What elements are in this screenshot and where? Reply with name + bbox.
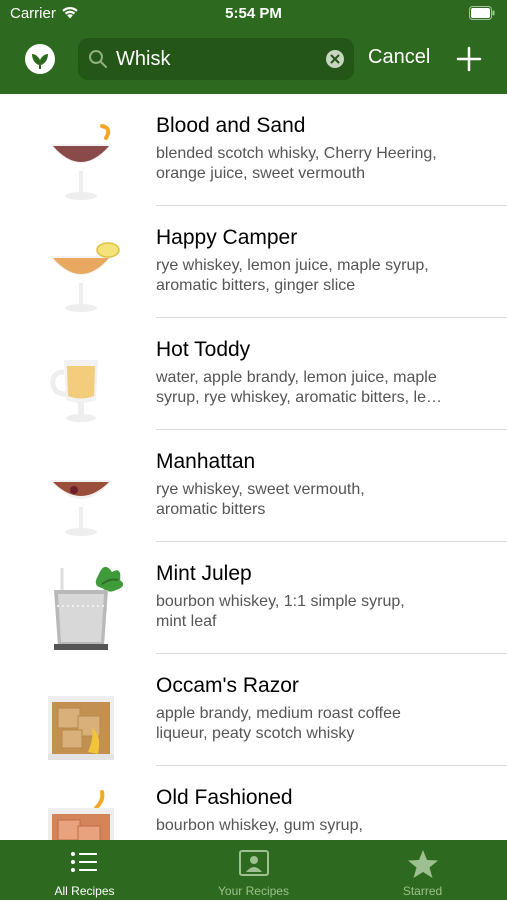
search-icon: [89, 50, 107, 68]
cancel-button[interactable]: Cancel: [368, 46, 430, 69]
clock: 5:54 PM: [225, 5, 282, 22]
list-item[interactable]: Happy Camper rye whiskey, lemon juice, m…: [0, 206, 507, 318]
recipe-title: Old Fashioned: [156, 786, 293, 809]
tab-starred[interactable]: Starred: [338, 840, 507, 900]
list-item[interactable]: Old Fashioned bourbon whiskey, gum syrup…: [0, 766, 507, 840]
star-icon: [408, 850, 438, 878]
status-bar: Carrier 5:54 PM: [0, 0, 507, 28]
recipe-ingredients: rye whiskey, lemon juice, maple syrup, a…: [156, 257, 429, 294]
user-card-icon: [239, 850, 269, 876]
coupe-glass-icon: [50, 480, 112, 536]
coupe-glass-icon: [50, 124, 112, 200]
recipe-title: Manhattan: [156, 450, 256, 473]
rocks-glass-icon: [48, 696, 114, 760]
coupe-glass-icon: [50, 242, 120, 312]
recipe-title: Occam's Razor: [156, 674, 299, 697]
irish-coffee-glass-icon: [50, 360, 98, 422]
tab-bar: All Recipes Your Recipes Starred: [0, 840, 507, 900]
recipe-ingredients: rye whiskey, sweet vermouth, aromatic bi…: [156, 481, 365, 518]
list-item[interactable]: Mint Julep bourbon whiskey, 1:1 simple s…: [0, 542, 507, 654]
search-field[interactable]: [78, 38, 354, 80]
tab-label: All Recipes: [54, 884, 115, 898]
battery-icon: [469, 6, 495, 20]
rocks-glass-icon: [48, 790, 114, 840]
tab-label: Your Recipes: [218, 884, 289, 898]
list-item[interactable]: Manhattan rye whiskey, sweet vermouth, a…: [0, 430, 507, 542]
tab-label: Starred: [402, 884, 443, 898]
recipe-ingredients: blended scotch whisky, Cherry Heering, o…: [156, 145, 437, 182]
recipe-title: Hot Toddy: [156, 338, 251, 361]
add-recipe-icon[interactable]: [456, 46, 482, 72]
recipe-title: Mint Julep: [156, 562, 252, 585]
recipe-ingredients: bourbon whiskey, gum syrup,: [156, 817, 363, 834]
recipe-ingredients: water, apple brandy, lemon juice, maple …: [156, 369, 443, 406]
list-item[interactable]: Hot Toddy water, apple brandy, lemon jui…: [0, 318, 507, 430]
recipe-title: Blood and Sand: [156, 114, 306, 137]
tab-your-recipes[interactable]: Your Recipes: [169, 840, 338, 900]
list-item[interactable]: Occam's Razor apple brandy, medium roast…: [0, 654, 507, 766]
recipe-ingredients: apple brandy, medium roast coffee liqueu…: [156, 705, 401, 742]
recipe-list[interactable]: Blood and Sand blended scotch whisky, Ch…: [0, 94, 507, 840]
tab-all-recipes[interactable]: All Recipes: [0, 840, 169, 900]
list-icon: [71, 852, 97, 872]
navigation-header: Carrier 5:54 PM Cancel: [0, 0, 507, 94]
app-logo-icon[interactable]: [24, 43, 56, 75]
search-input[interactable]: [116, 38, 316, 80]
julep-cup-icon: [54, 566, 124, 650]
recipe-title: Happy Camper: [156, 226, 298, 249]
list-item[interactable]: Blood and Sand blended scotch whisky, Ch…: [0, 94, 507, 206]
recipe-ingredients: bourbon whiskey, 1:1 simple syrup, mint …: [156, 593, 405, 630]
clear-search-icon[interactable]: [325, 49, 345, 69]
